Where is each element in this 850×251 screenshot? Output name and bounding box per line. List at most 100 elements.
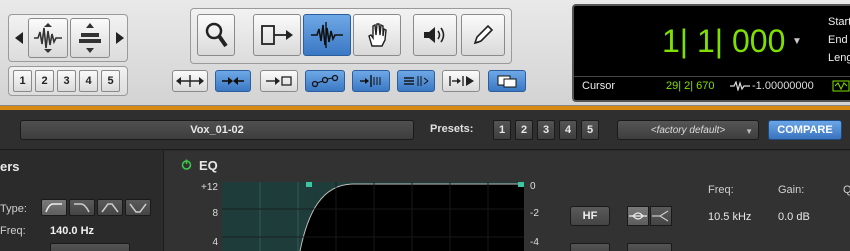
bell-shape-icon — [629, 212, 647, 220]
counter-length-label: Length — [828, 52, 850, 64]
presets-label: Presets: — [430, 123, 474, 135]
main-counter-value[interactable]: 1| 1| 000 — [662, 23, 785, 60]
zoomer-tool-button[interactable] — [197, 14, 235, 56]
speaker-icon — [424, 27, 445, 43]
waveform-small-icon — [730, 80, 750, 93]
preset-3-button[interactable]: 3 — [537, 120, 555, 140]
track-height-button[interactable] — [70, 18, 110, 58]
preset-4-button[interactable]: 4 — [559, 120, 577, 140]
track-name-field[interactable]: Vox_01-02 — [20, 120, 414, 140]
zoom-preset-4[interactable]: 4 — [79, 70, 98, 92]
slip-mode-button[interactable] — [215, 70, 251, 92]
selector-tool-button[interactable] — [303, 14, 351, 56]
preset-selector[interactable]: <factory default> ▼ — [617, 120, 759, 140]
waveform-zoom-icon — [34, 23, 62, 53]
filter-type-bell[interactable] — [97, 199, 123, 216]
slip-arrows-icon — [222, 77, 244, 85]
bell-curve-icon — [101, 203, 119, 213]
next-band-shape-control[interactable] — [627, 243, 672, 251]
magnifier-icon — [205, 22, 228, 48]
eq-scale-left-0: +12 — [201, 182, 218, 193]
hand-icon — [368, 23, 387, 47]
filter-type-highpass[interactable] — [41, 199, 67, 216]
insertion-follows-playback-button[interactable] — [442, 70, 480, 92]
nudge-right-button[interactable] — [113, 25, 126, 51]
filter-type-shelf[interactable] — [69, 199, 95, 216]
hf-freq-value[interactable]: 10.5 kHz — [708, 211, 751, 223]
grabber-tool-button[interactable] — [353, 14, 401, 56]
next-band-control[interactable] — [570, 243, 610, 251]
trim-tool-button[interactable] — [253, 14, 301, 56]
align-split-icon — [360, 75, 381, 87]
counter-format-dropdown-icon[interactable]: ▼ — [792, 36, 802, 47]
spot-arrow-icon — [266, 76, 292, 86]
shelf-curve-icon — [74, 203, 90, 213]
plugin-body: ers Type: Freq: 140.0 Hz EQ +12 8 4 0 -2… — [0, 151, 850, 251]
edit-toolbar: 1 2 3 4 5 1| 1| 000 ▼ Start End Len Curs… — [0, 0, 850, 106]
freq-value[interactable]: 140.0 Hz — [50, 225, 94, 237]
trim-tool-icon — [261, 25, 293, 45]
preset-5-button[interactable]: 5 — [581, 120, 599, 140]
cursor-sample-value: -1.00000000 — [730, 80, 814, 93]
preset-selector-value: <factory default> — [650, 124, 726, 136]
eq-curve-display — [222, 182, 524, 251]
hf-shelf-shape-button[interactable] — [650, 206, 672, 226]
freq-label: Freq: — [0, 225, 26, 237]
nudge-left-button[interactable] — [12, 25, 25, 51]
hf-gain-value[interactable]: 0.0 dB — [778, 211, 810, 223]
preset-1-button[interactable]: 1 — [493, 120, 511, 140]
eq-title: EQ — [199, 158, 218, 173]
shuffle-mode-button[interactable] — [172, 70, 208, 92]
link-mode-button[interactable] — [397, 70, 435, 92]
eq-scale-left-2: 4 — [212, 237, 218, 248]
shelf-shape-icon — [652, 210, 669, 222]
shuffle-arrows-icon — [176, 75, 204, 87]
eq-frequency-graph[interactable] — [222, 182, 524, 251]
zoom-controls — [8, 14, 128, 62]
waveform-zoom-button[interactable] — [28, 18, 68, 58]
preset-2-button[interactable]: 2 — [515, 120, 533, 140]
eq-scale-right-1: -2 — [530, 208, 539, 219]
counter-start-label: Start — [828, 16, 850, 28]
spot-mode-button[interactable] — [260, 70, 298, 92]
triangle-left-icon — [14, 32, 23, 44]
pencil-icon — [473, 24, 494, 45]
low-band-handle[interactable] — [306, 182, 312, 187]
playback-follow-icon — [449, 76, 474, 86]
hf-band-button[interactable]: HF — [570, 206, 610, 226]
zoom-preset-1[interactable]: 1 — [13, 70, 32, 92]
compare-button[interactable]: COMPARE — [768, 120, 842, 140]
eq-power-icon[interactable] — [181, 159, 192, 170]
triangle-right-icon — [115, 32, 124, 44]
scrubber-tool-button[interactable] — [413, 14, 457, 56]
type-label: Type: — [0, 203, 27, 215]
plugin-header: Vox_01-02 Presets: 1 2 3 4 5 <factory de… — [0, 110, 850, 150]
filter-slope-control[interactable] — [50, 243, 130, 251]
highpass-curve-icon — [45, 203, 62, 213]
gain-column-header: Gain: — [778, 184, 805, 196]
main-counter: 1| 1| 000 ▼ Start End Length Cursor 29| … — [572, 4, 850, 102]
zoom-preset-5[interactable]: 5 — [101, 70, 120, 92]
high-band-handle[interactable] — [518, 182, 524, 187]
window-mode-button[interactable] — [488, 70, 526, 92]
preset-dropdown-icon: ▼ — [745, 127, 753, 136]
zoom-preset-2[interactable]: 2 — [35, 70, 54, 92]
pencil-tool-button[interactable] — [461, 14, 505, 56]
grid-display-icon — [832, 80, 850, 95]
selector-waveform-icon — [311, 22, 343, 48]
filters-title: ers — [0, 159, 20, 174]
eq-scale-right-2: -4 — [530, 237, 539, 248]
hf-bell-shape-button[interactable] — [627, 206, 649, 226]
link-lines-icon — [404, 76, 429, 86]
track-height-icon — [79, 23, 101, 53]
freq-column-header: Freq: — [708, 184, 734, 196]
filter-type-notch[interactable] — [125, 199, 151, 216]
zoom-preset-3[interactable]: 3 — [57, 70, 76, 92]
counter-divider — [574, 76, 850, 77]
trim-align-button[interactable] — [352, 70, 390, 92]
cursor-value-text: -1.00000000 — [752, 80, 814, 92]
windows-icon — [497, 75, 517, 88]
grid-mode-button[interactable] — [305, 70, 345, 92]
filters-panel: ers Type: Freq: 140.0 Hz — [0, 151, 164, 251]
cursor-label: Cursor — [582, 80, 616, 92]
